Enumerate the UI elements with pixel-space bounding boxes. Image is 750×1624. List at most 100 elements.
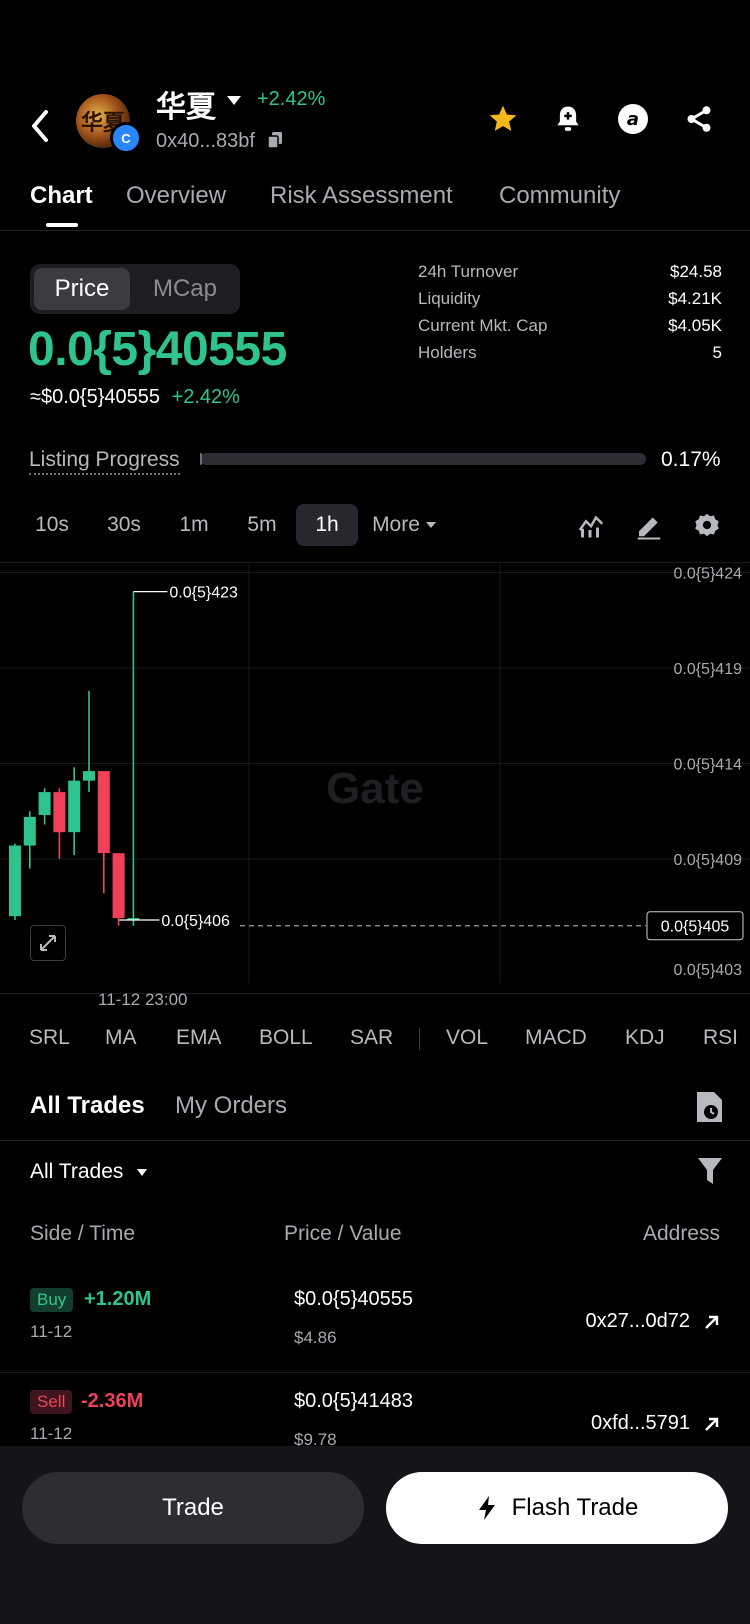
caret-down-icon — [425, 522, 436, 528]
draw-tool-button[interactable] — [634, 510, 664, 540]
trade-time: 11-12 — [30, 1322, 73, 1341]
y-tick-label: 0.0{5}414 — [673, 756, 742, 773]
gear-icon — [695, 513, 719, 537]
candle-body — [53, 792, 66, 833]
timeframe-1m[interactable]: 1m — [166, 504, 222, 546]
trade-price: $0.0{5}41483 — [294, 1390, 414, 1412]
indicator-ma[interactable]: MA — [105, 1026, 137, 1050]
candle-body — [112, 853, 125, 919]
indicator-bar: SRL MA EMA BOLL SAR VOL MACD KDJ RSI — [0, 1012, 750, 1068]
timeframe-5m[interactable]: 5m — [234, 504, 290, 546]
indicator-rsi[interactable]: RSI — [703, 1026, 738, 1050]
stat-value: $4.05K — [668, 316, 722, 335]
side-badge-sell: Sell — [30, 1390, 73, 1414]
tab-my-orders[interactable]: My Orders — [175, 1092, 287, 1120]
filter-label: All Trades — [30, 1160, 124, 1183]
mcap-toggle-button[interactable]: MCap — [134, 268, 236, 310]
alpha-button[interactable]: a — [616, 102, 650, 136]
copy-icon[interactable] — [268, 132, 282, 148]
more-label: More — [372, 513, 420, 536]
listing-progress-label[interactable]: Listing Progress — [29, 448, 180, 475]
order-history-button[interactable] — [694, 1090, 726, 1124]
candle-body — [23, 816, 36, 846]
timeframe-1h[interactable]: 1h — [296, 504, 358, 546]
favorite-button[interactable] — [486, 102, 520, 136]
pencil-icon — [637, 517, 661, 540]
candle-body — [68, 780, 81, 833]
current-price: 0.0{5}40555 — [28, 323, 287, 376]
indicator-boll[interactable]: BOLL — [259, 1026, 313, 1050]
chart-annotations: 0.0{5}423 0.0{5}406 0.0{5}405 — [119, 585, 744, 941]
indicator-ema[interactable]: EMA — [176, 1026, 222, 1050]
trade-amount: -2.36M — [81, 1390, 144, 1412]
timeframe-30s[interactable]: 30s — [96, 504, 152, 546]
share-button[interactable] — [682, 102, 716, 136]
indicator-sar[interactable]: SAR — [350, 1026, 393, 1050]
token-change: +2.42% — [257, 88, 326, 110]
candles-group — [9, 591, 140, 926]
divider — [419, 1028, 420, 1050]
share-icon — [687, 106, 711, 132]
indicator-macd[interactable]: MACD — [525, 1026, 587, 1050]
candle-body — [83, 771, 95, 781]
alpha-icon: a — [618, 104, 648, 134]
stat-value: $24.58 — [670, 262, 722, 281]
timeframe-more[interactable]: More — [364, 504, 444, 546]
current-price-label: 0.0{5}405 — [661, 919, 730, 936]
price-change: +2.42% — [171, 386, 240, 408]
trade-address[interactable]: 0x27...0d72 — [585, 1310, 690, 1333]
price-toggle-button[interactable]: Price — [34, 268, 130, 310]
chart-watermark: Gate — [326, 764, 424, 813]
stat-label: 24h Turnover — [418, 262, 519, 281]
y-tick-label: 0.0{5}409 — [673, 852, 742, 869]
star-icon — [489, 105, 517, 131]
stat-value: $4.21K — [668, 289, 722, 308]
tab-all-trades[interactable]: All Trades — [30, 1092, 145, 1120]
listing-progress-percent: 0.17% — [661, 448, 721, 471]
side-badge-buy: Buy — [30, 1288, 74, 1312]
stat-value: 5 — [712, 343, 722, 362]
external-link-icon[interactable] — [702, 1414, 722, 1434]
usd-price-line: ≈$0.0{5}40555 +2.42% — [30, 386, 240, 409]
flash-trade-label: Flash Trade — [511, 1494, 639, 1521]
external-link-icon[interactable] — [702, 1312, 722, 1332]
fullscreen-button[interactable] — [30, 925, 66, 961]
svg-text:a: a — [627, 109, 639, 130]
tab-overview[interactable]: Overview — [126, 182, 226, 210]
listing-progress-bar — [200, 453, 646, 465]
chart-settings-button[interactable] — [692, 510, 722, 540]
price-alert-button[interactable] — [551, 102, 585, 136]
trades-filter-row: All Trades — [0, 1150, 750, 1200]
flash-trade-button[interactable]: Flash Trade — [386, 1472, 728, 1544]
filter-button[interactable] — [696, 1156, 724, 1186]
chevron-down-icon[interactable] — [227, 96, 241, 105]
back-arrow-icon — [32, 110, 48, 142]
candle-body — [9, 845, 21, 917]
token-address: 0x40...83bf — [156, 130, 255, 152]
back-button[interactable] — [26, 106, 56, 146]
trade-row[interactable]: Buy +1.20M 11-12 $0.0{5}40555 $4.86 0x27… — [0, 1270, 750, 1373]
indicator-vol[interactable]: VOL — [446, 1026, 488, 1050]
tab-chart[interactable]: Chart — [30, 182, 93, 210]
tab-community[interactable]: Community — [499, 182, 620, 210]
expand-icon — [40, 935, 56, 951]
tab-risk-assessment[interactable]: Risk Assessment — [270, 182, 453, 210]
trade-button[interactable]: Trade — [22, 1472, 364, 1544]
listing-progress-fill — [200, 453, 202, 465]
bell-plus-icon — [557, 106, 579, 131]
trade-address[interactable]: 0xfd...5791 — [591, 1412, 690, 1435]
trades-filter-dropdown[interactable]: All Trades — [30, 1160, 148, 1184]
y-tick-label: 0.0{5}403 — [673, 962, 742, 979]
indicator-srl[interactable]: SRL — [29, 1026, 70, 1050]
candlestick-chart[interactable]: Gate 0.0{5}424 0.0{5}419 0.0{5}414 0.0{5}40… — [0, 562, 750, 994]
indicator-settings-button[interactable] — [576, 510, 606, 540]
column-price-value: Price / Value — [284, 1222, 402, 1245]
y-tick-label: 0.0{5}424 — [673, 566, 742, 583]
token-name[interactable]: 华夏 — [156, 82, 216, 126]
candle-body — [97, 771, 110, 854]
indicator-kdj[interactable]: KDJ — [625, 1026, 665, 1050]
timeframe-10s[interactable]: 10s — [24, 504, 80, 546]
x-axis-label: 11-12 23:00 — [98, 990, 188, 1009]
stat-row: Holders 5 — [418, 343, 722, 370]
caret-down-icon — [137, 1168, 148, 1176]
